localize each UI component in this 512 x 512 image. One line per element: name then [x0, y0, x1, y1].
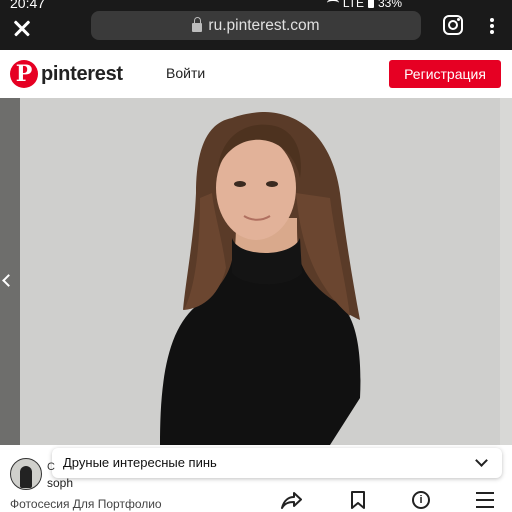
url-text: ru.pinterest.com: [208, 16, 320, 34]
pinterest-logo-icon: P: [10, 60, 38, 88]
login-link[interactable]: Войти: [166, 65, 205, 81]
url-bar[interactable]: ru.pinterest.com: [91, 11, 421, 40]
register-button[interactable]: Регистрация: [389, 60, 501, 88]
bookmark-icon[interactable]: [350, 491, 366, 509]
browser-toolbar: ru.pinterest.com: [0, 10, 512, 50]
more-options-icon[interactable]: [488, 16, 496, 36]
pinterest-logo[interactable]: P pinterest: [10, 60, 123, 88]
pin-title: Фотосесия Для Портфолио: [10, 497, 162, 511]
wifi-icon: [326, 0, 339, 7]
portrait-photo: [160, 112, 361, 445]
status-bar: 20:47 LTE 33%: [0, 0, 512, 11]
more-pins-label: Друные интересные пинь: [63, 455, 217, 470]
site-header: P pinterest Войти Регистрация: [0, 50, 512, 98]
owner-initial: C: [47, 461, 55, 473]
lock-icon: [192, 17, 203, 32]
info-icon[interactable]: i: [412, 491, 430, 509]
avatar[interactable]: [10, 458, 42, 490]
battery-icon: [367, 0, 374, 8]
more-pins-dropdown[interactable]: Друные интересные пинь: [52, 448, 502, 478]
menu-icon[interactable]: [476, 492, 494, 508]
instagram-icon[interactable]: [443, 15, 463, 35]
logo-text: pinterest: [41, 62, 123, 85]
pin-image[interactable]: [0, 98, 512, 445]
close-icon[interactable]: [8, 14, 36, 42]
chevron-down-icon: [475, 454, 488, 467]
owner-name[interactable]: soph: [47, 476, 73, 490]
share-icon[interactable]: [280, 490, 302, 510]
